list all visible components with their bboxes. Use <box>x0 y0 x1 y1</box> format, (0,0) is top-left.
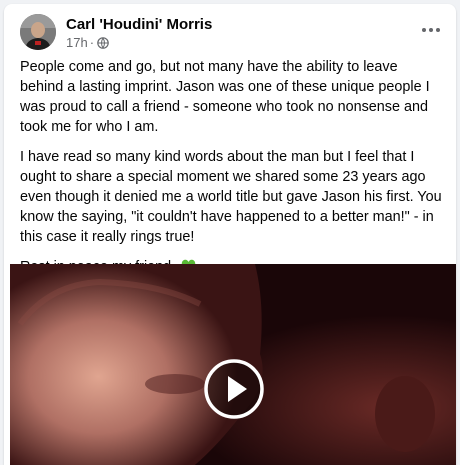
more-horizontal-icon <box>422 28 440 32</box>
post-header: Carl 'Houdini' Morris 17h · <box>4 4 456 54</box>
post-paragraph-1: People come and go, but not many have th… <box>20 59 430 135</box>
meta-separator: · <box>89 35 95 50</box>
play-icon <box>204 359 264 419</box>
author-name[interactable]: Carl 'Houdini' Morris <box>66 16 212 33</box>
post-meta: 17h · <box>66 35 109 50</box>
post-card: Carl 'Houdini' Morris 17h · People come … <box>4 4 456 465</box>
avatar-image <box>20 14 56 50</box>
author-avatar[interactable] <box>20 14 56 50</box>
video-player[interactable] <box>10 264 456 465</box>
globe-icon[interactable] <box>97 36 109 49</box>
more-options-button[interactable] <box>418 20 444 40</box>
post-timestamp[interactable]: 17h <box>66 35 88 50</box>
post-body: People come and go, but not many have th… <box>20 57 442 287</box>
post-paragraph-2: I have read so many kind words about the… <box>20 149 442 245</box>
play-button[interactable] <box>203 358 265 420</box>
